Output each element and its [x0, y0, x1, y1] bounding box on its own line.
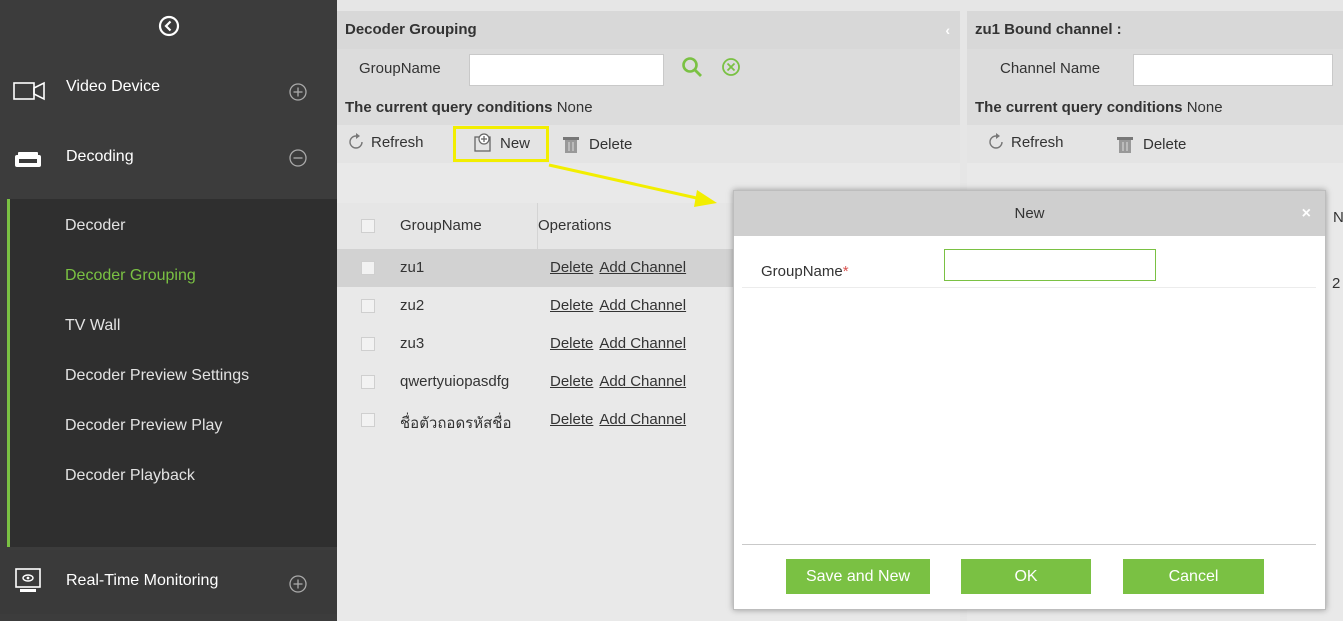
- new-group-dialog: New × GroupName* Save and New OK Cancel: [733, 190, 1326, 610]
- toolbar: Refresh Delete: [967, 125, 1343, 163]
- row-operations: Delete Add Channel: [550, 411, 692, 428]
- query-value: None: [556, 99, 593, 116]
- group-name-search-input[interactable]: [469, 54, 664, 86]
- query-label: The current query conditions: [345, 99, 553, 116]
- sidebar-item-decoder-preview-play[interactable]: Decoder Preview Play: [65, 417, 222, 435]
- query-conditions: The current query conditions None: [337, 90, 960, 125]
- channel-name-search-input[interactable]: [1133, 54, 1333, 86]
- new-button-highlight: [453, 126, 549, 162]
- row-checkbox[interactable]: [361, 413, 375, 427]
- query-label: The current query conditions: [975, 99, 1183, 116]
- sidebar-item-tv-wall[interactable]: TV Wall: [65, 317, 120, 335]
- delete-button[interactable]: Delete: [1115, 133, 1186, 155]
- refresh-icon: [349, 133, 363, 149]
- decoding-submenu: Decoder Decoder Grouping TV Wall Decoder…: [7, 199, 337, 547]
- menu-category-label: Video Device: [66, 78, 160, 95]
- panel-collapse-icon[interactable]: ‹: [945, 11, 950, 49]
- delete-link[interactable]: Delete: [550, 259, 593, 276]
- row-group-name: ชื่อตัวถอดรหัสชื่อ: [400, 415, 512, 432]
- add-channel-link[interactable]: Add Channel: [599, 373, 686, 390]
- row-group-name: qwertyuiopasdfg: [400, 373, 510, 390]
- dialog-title: New: [1014, 205, 1045, 222]
- row-partial: 2: [1332, 275, 1341, 292]
- required-mark: *: [842, 263, 849, 280]
- refresh-label: Refresh: [371, 133, 424, 151]
- row-operations: Delete Add Channel: [550, 373, 692, 390]
- search-label: GroupName: [359, 60, 441, 77]
- row-operations: Delete Add Channel: [550, 297, 692, 314]
- select-all-checkbox[interactable]: [361, 219, 375, 233]
- sidebar: Video Device Decoding Decoder Decoder Gr…: [0, 0, 337, 621]
- divider: [742, 544, 1316, 545]
- delete-link[interactable]: Delete: [550, 297, 593, 314]
- close-icon[interactable]: ×: [1302, 191, 1311, 236]
- refresh-icon: [989, 133, 1003, 149]
- sidebar-item-decoder[interactable]: Decoder: [65, 217, 125, 235]
- menu-category-label: Decoding: [66, 148, 134, 165]
- group-name-input[interactable]: [944, 249, 1156, 281]
- delete-icon: [563, 137, 579, 153]
- sidebar-collapse-button[interactable]: [0, 10, 337, 42]
- add-channel-link[interactable]: Add Channel: [599, 411, 686, 428]
- delete-button[interactable]: Delete: [561, 133, 632, 155]
- decoder-icon: [15, 152, 41, 167]
- camera-icon: [13, 81, 45, 101]
- query-conditions: The current query conditions None: [967, 90, 1343, 125]
- delete-label: Delete: [589, 135, 633, 153]
- delete-link[interactable]: Delete: [550, 373, 593, 390]
- delete-link[interactable]: Delete: [550, 335, 593, 352]
- monitor-icon: [15, 568, 41, 592]
- collapse-icon[interactable]: [288, 148, 308, 168]
- refresh-button[interactable]: Refresh: [347, 133, 424, 151]
- row-checkbox[interactable]: [361, 337, 375, 351]
- row-group-name: zu1: [400, 259, 425, 276]
- divider: [742, 287, 1316, 288]
- search-label: Channel Name: [1000, 60, 1101, 77]
- refresh-label: Refresh: [1011, 133, 1064, 151]
- search-row: Channel Name: [967, 49, 1343, 90]
- chevron-left-icon: [158, 15, 179, 37]
- search-row: GroupName: [337, 49, 960, 90]
- row-operations: Delete Add Channel: [550, 259, 692, 276]
- column-header-operations: Operations: [538, 217, 612, 234]
- row-checkbox[interactable]: [361, 375, 375, 389]
- cancel-button[interactable]: Cancel: [1123, 559, 1264, 594]
- menu-category-label: Real-Time Monitoring: [66, 572, 219, 589]
- group-name-label: GroupName*: [761, 263, 849, 280]
- group-name-label-text: GroupName: [761, 263, 843, 280]
- row-checkbox[interactable]: [361, 261, 375, 275]
- row-group-name: zu3: [400, 335, 425, 352]
- save-and-new-button[interactable]: Save and New: [786, 559, 930, 594]
- delete-link[interactable]: Delete: [550, 411, 593, 428]
- sidebar-item-decoder-grouping[interactable]: Decoder Grouping: [65, 267, 196, 285]
- sidebar-item-decoder-preview-settings[interactable]: Decoder Preview Settings: [65, 367, 249, 385]
- delete-icon: [1117, 137, 1133, 153]
- query-value: None: [1186, 99, 1223, 116]
- search-icon[interactable]: [680, 55, 704, 79]
- column-header-partial: N: [1333, 209, 1343, 226]
- panel-title-text: zu1 Bound channel :: [975, 21, 1122, 38]
- ok-button[interactable]: OK: [961, 559, 1091, 594]
- menu-category-real-time-monitoring[interactable]: Real-Time Monitoring: [0, 550, 337, 614]
- menu-category-video-device[interactable]: Video Device: [0, 56, 337, 120]
- add-channel-link[interactable]: Add Channel: [599, 335, 686, 352]
- dialog-title-bar: New ×: [734, 191, 1325, 236]
- sidebar-item-decoder-playback[interactable]: Decoder Playback: [65, 467, 195, 485]
- delete-label: Delete: [1143, 135, 1187, 153]
- menu-category-decoding[interactable]: Decoding: [0, 126, 337, 190]
- column-header-groupname[interactable]: GroupName: [400, 217, 482, 234]
- clear-icon[interactable]: [720, 56, 742, 78]
- add-channel-link[interactable]: Add Channel: [599, 297, 686, 314]
- panel-title: Decoder Grouping ‹: [337, 11, 960, 49]
- row-group-name: zu2: [400, 297, 425, 314]
- refresh-button[interactable]: Refresh: [987, 133, 1064, 151]
- toolbar: Refresh New Delete: [337, 125, 960, 163]
- expand-icon[interactable]: [288, 82, 308, 102]
- panel-title-text: Decoder Grouping: [345, 21, 477, 38]
- row-operations: Delete Add Channel: [550, 335, 692, 352]
- panel-title: zu1 Bound channel :: [967, 11, 1343, 49]
- expand-icon[interactable]: [288, 574, 308, 594]
- add-channel-link[interactable]: Add Channel: [599, 259, 686, 276]
- row-checkbox[interactable]: [361, 299, 375, 313]
